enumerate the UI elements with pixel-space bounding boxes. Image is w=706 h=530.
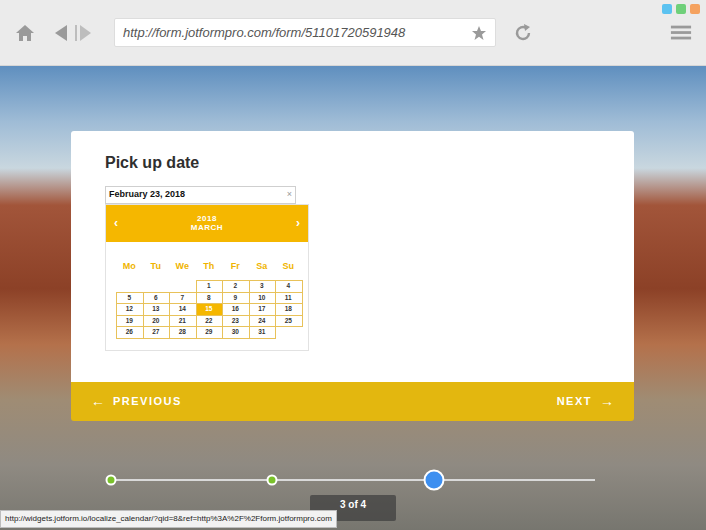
calendar-day[interactable]: 22 bbox=[196, 315, 223, 327]
calendar-day[interactable]: 29 bbox=[196, 326, 223, 338]
step-dot[interactable] bbox=[106, 475, 117, 486]
star-icon[interactable] bbox=[471, 25, 487, 41]
window-controls bbox=[662, 4, 700, 14]
home-icon[interactable] bbox=[14, 22, 36, 44]
address-text[interactable]: http://form.jotformpro.com/form/51101720… bbox=[123, 23, 463, 43]
calendar-day[interactable]: 9 bbox=[222, 292, 249, 304]
progress-track bbox=[111, 479, 595, 481]
clear-button[interactable]: × bbox=[287, 188, 292, 202]
calendar-day[interactable]: 26 bbox=[116, 326, 143, 338]
next-month-button[interactable]: › bbox=[296, 214, 300, 232]
next-label[interactable]: NEXT bbox=[557, 393, 592, 410]
browser-toolbar: http://form.jotformpro.com/form/51101720… bbox=[0, 0, 706, 66]
calendar-day[interactable]: 4 bbox=[275, 280, 302, 292]
calendar-day[interactable]: 30 bbox=[222, 326, 249, 338]
calendar-day[interactable]: 16 bbox=[222, 303, 249, 315]
calendar-day[interactable]: 6 bbox=[143, 292, 170, 304]
calendar-day[interactable]: 19 bbox=[116, 315, 143, 327]
calendar-day[interactable]: 11 bbox=[275, 292, 302, 304]
calendar-day[interactable]: 1 bbox=[196, 280, 223, 292]
calendar-day[interactable]: 7 bbox=[169, 292, 196, 304]
previous-label[interactable]: PREVIOUS bbox=[113, 393, 182, 410]
weekday-label: Tu bbox=[143, 260, 170, 274]
background-photo: Pick up dateFebruary 23, 2018×‹2018MARCH… bbox=[0, 66, 706, 530]
empty-cell bbox=[169, 280, 196, 292]
empty-cell bbox=[143, 280, 170, 292]
calendar-day[interactable]: 27 bbox=[143, 326, 170, 338]
date-value[interactable]: February 23, 2018 bbox=[109, 188, 185, 202]
weekday-row: MoTuWeThFrSaSu bbox=[106, 242, 308, 281]
calendar-title: 2018MARCH bbox=[191, 214, 223, 233]
next-arrow-icon[interactable]: → bbox=[600, 391, 614, 412]
field-label: Pick up date bbox=[105, 153, 600, 172]
reload-icon[interactable] bbox=[512, 22, 534, 44]
calendar-day[interactable]: 17 bbox=[249, 303, 276, 315]
forward-icon[interactable] bbox=[74, 22, 92, 44]
calendar-day[interactable]: 20 bbox=[143, 315, 170, 327]
previous-arrow-icon[interactable]: ← bbox=[91, 391, 105, 412]
calendar-month: MARCH bbox=[191, 223, 223, 233]
weekday-label: Th bbox=[196, 260, 223, 274]
date-input[interactable]: February 23, 2018 × bbox=[105, 186, 296, 204]
window-button-icon[interactable] bbox=[662, 4, 672, 14]
weekday-label: Su bbox=[275, 260, 302, 274]
progress-steps: 3 of 4 bbox=[111, 473, 595, 487]
calendar-day[interactable]: 5 bbox=[116, 292, 143, 304]
calendar-day[interactable]: 14 bbox=[169, 303, 196, 315]
weekday-label: Fr bbox=[222, 260, 249, 274]
day-grid: 1234567891011121314151617181920212223242… bbox=[106, 280, 308, 338]
history-buttons bbox=[52, 22, 92, 44]
weekday-label: Sa bbox=[249, 260, 276, 274]
step-dot[interactable] bbox=[267, 475, 278, 486]
calendar-day[interactable]: 8 bbox=[196, 292, 223, 304]
form-area: Pick up dateFebruary 23, 2018×‹2018MARCH… bbox=[0, 66, 706, 421]
calendar-year: 2018 bbox=[191, 214, 223, 224]
calendar-day[interactable]: 25 bbox=[275, 315, 302, 327]
window-button-icon[interactable] bbox=[676, 4, 686, 14]
next-button[interactable]: NEXT → bbox=[557, 391, 614, 412]
calendar-day[interactable]: 15 bbox=[196, 303, 223, 315]
calendar: ‹2018MARCH›MoTuWeThFrSaSu123456789101112… bbox=[105, 204, 309, 351]
calendar-header: ‹ 2018MARCH › bbox=[106, 205, 308, 242]
step-dot[interactable] bbox=[423, 470, 444, 491]
calendar-day[interactable]: 12 bbox=[116, 303, 143, 315]
calendar-day[interactable]: 10 bbox=[249, 292, 276, 304]
calendar-day[interactable]: 3 bbox=[249, 280, 276, 292]
calendar-day[interactable]: 2 bbox=[222, 280, 249, 292]
form-card: Pick up dateFebruary 23, 2018×‹2018MARCH… bbox=[71, 131, 634, 382]
empty-cell bbox=[116, 280, 143, 292]
back-icon[interactable] bbox=[52, 22, 70, 44]
calendar-day[interactable]: 18 bbox=[275, 303, 302, 315]
calendar-day[interactable]: 21 bbox=[169, 315, 196, 327]
window-button-icon[interactable] bbox=[690, 4, 700, 14]
calendar-day[interactable]: 23 bbox=[222, 315, 249, 327]
calendar-day[interactable]: 28 bbox=[169, 326, 196, 338]
weekday-label: Mo bbox=[116, 260, 143, 274]
calendar-day[interactable]: 13 bbox=[143, 303, 170, 315]
menu-icon[interactable] bbox=[670, 22, 692, 44]
form-footer: ← PREVIOUS NEXT → bbox=[71, 382, 634, 421]
status-bar: http://widgets.jotform.io/localize_calen… bbox=[0, 510, 337, 528]
previous-button[interactable]: ← PREVIOUS bbox=[91, 391, 182, 412]
previous-month-button[interactable]: ‹ bbox=[114, 214, 118, 232]
address-bar[interactable]: http://form.jotformpro.com/form/51101720… bbox=[114, 18, 496, 48]
calendar-day[interactable]: 31 bbox=[249, 326, 276, 338]
weekday-label: We bbox=[169, 260, 196, 274]
calendar-day[interactable]: 24 bbox=[249, 315, 276, 327]
